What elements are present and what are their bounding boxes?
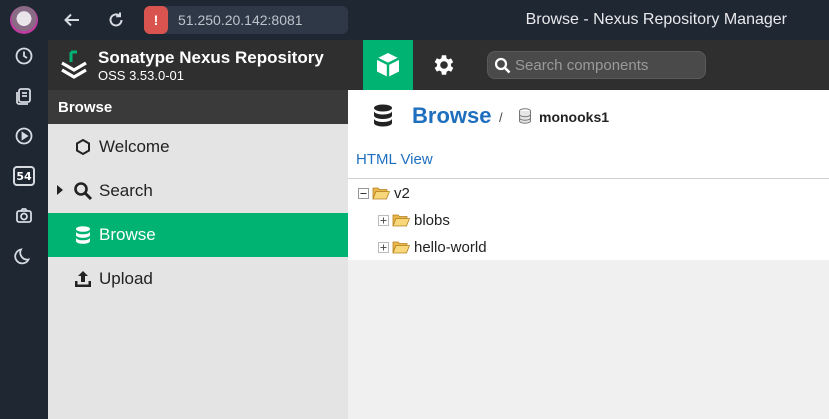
- app-name: Sonatype Nexus Repository: [98, 48, 324, 67]
- breadcrumb-repository: monooks1: [539, 109, 610, 125]
- expand-toggle-icon[interactable]: [378, 215, 389, 226]
- gear-icon: [434, 55, 454, 75]
- tree-node[interactable]: blobs: [378, 210, 578, 232]
- reload-button[interactable]: [104, 8, 128, 32]
- tree-node-label: blobs: [414, 212, 450, 229]
- security-warning-icon[interactable]: !: [144, 6, 168, 34]
- app-version: OSS 3.53.0-01: [98, 68, 184, 83]
- camera-icon[interactable]: [11, 203, 37, 229]
- nav-item-label: Search: [99, 181, 153, 200]
- tree-node[interactable]: hello-world: [378, 237, 578, 259]
- app-header: Sonatype Nexus Repository OSS 3.53.0-01: [48, 40, 829, 90]
- browser-toolbar: ! 51.250.20.142:8081 Browse - Nexus Repo…: [48, 0, 829, 40]
- nav-item-search[interactable]: Search: [48, 169, 348, 213]
- component-tree: v2 blobs hello-world: [348, 178, 829, 256]
- collapse-toggle-icon[interactable]: [358, 188, 369, 199]
- hexagon-icon: [76, 138, 90, 156]
- nav-item-label: Welcome: [99, 137, 170, 156]
- tree-node-label: v2: [394, 185, 410, 202]
- play-icon[interactable]: [11, 123, 37, 149]
- database-icon: [76, 226, 90, 244]
- search-input[interactable]: [515, 55, 700, 75]
- open-folder-icon: [372, 187, 390, 200]
- tree-node[interactable]: v2: [358, 183, 558, 205]
- search-icon: [494, 57, 511, 74]
- avatar[interactable]: [10, 6, 38, 34]
- repository-icon: [519, 108, 531, 124]
- expand-toggle-icon[interactable]: [378, 242, 389, 253]
- expand-arrow-icon[interactable]: [57, 185, 63, 195]
- nav-item-label: Browse: [99, 225, 156, 244]
- moon-icon[interactable]: [11, 243, 37, 269]
- html-view-link[interactable]: HTML View: [356, 151, 433, 168]
- cube-icon: [376, 53, 400, 77]
- search-components-box[interactable]: [487, 51, 706, 79]
- content-background: [348, 260, 829, 419]
- url-text: 51.250.20.142:8081: [178, 12, 303, 28]
- search-icon: [74, 182, 93, 201]
- nav-panel: Browse Welcome Search Browse Upload: [48, 90, 348, 419]
- nav-item-browse[interactable]: Browse: [48, 213, 348, 257]
- browse-mode-button[interactable]: [363, 40, 413, 90]
- browser-sidebar: 54: [0, 0, 48, 419]
- badge-count: 54: [16, 169, 32, 183]
- badge-54-icon[interactable]: 54: [13, 166, 35, 186]
- nav-item-welcome[interactable]: Welcome: [48, 125, 348, 169]
- folder-icon: [392, 214, 410, 227]
- window-title: Browse - Nexus Repository Manager: [525, 11, 787, 28]
- nav-item-upload[interactable]: Upload: [48, 257, 348, 301]
- address-bar[interactable]: ! 51.250.20.142:8081: [144, 6, 348, 34]
- history-icon[interactable]: [11, 43, 37, 69]
- tabs-icon[interactable]: [11, 83, 37, 109]
- upload-icon: [75, 271, 91, 287]
- folder-icon: [392, 241, 410, 254]
- back-button[interactable]: [60, 8, 84, 32]
- nav-header: Browse: [48, 90, 348, 124]
- page-title[interactable]: Browse: [412, 103, 491, 129]
- tree-node-label: hello-world: [414, 239, 487, 256]
- browse-content: Browse / monooks1 HTML View v2 blobs hel…: [348, 90, 829, 260]
- breadcrumb-separator: /: [499, 110, 503, 125]
- administration-button[interactable]: [422, 40, 466, 90]
- database-icon: [374, 104, 392, 127]
- nav-item-label: Upload: [99, 269, 153, 288]
- nexus-logo-icon[interactable]: [60, 49, 88, 81]
